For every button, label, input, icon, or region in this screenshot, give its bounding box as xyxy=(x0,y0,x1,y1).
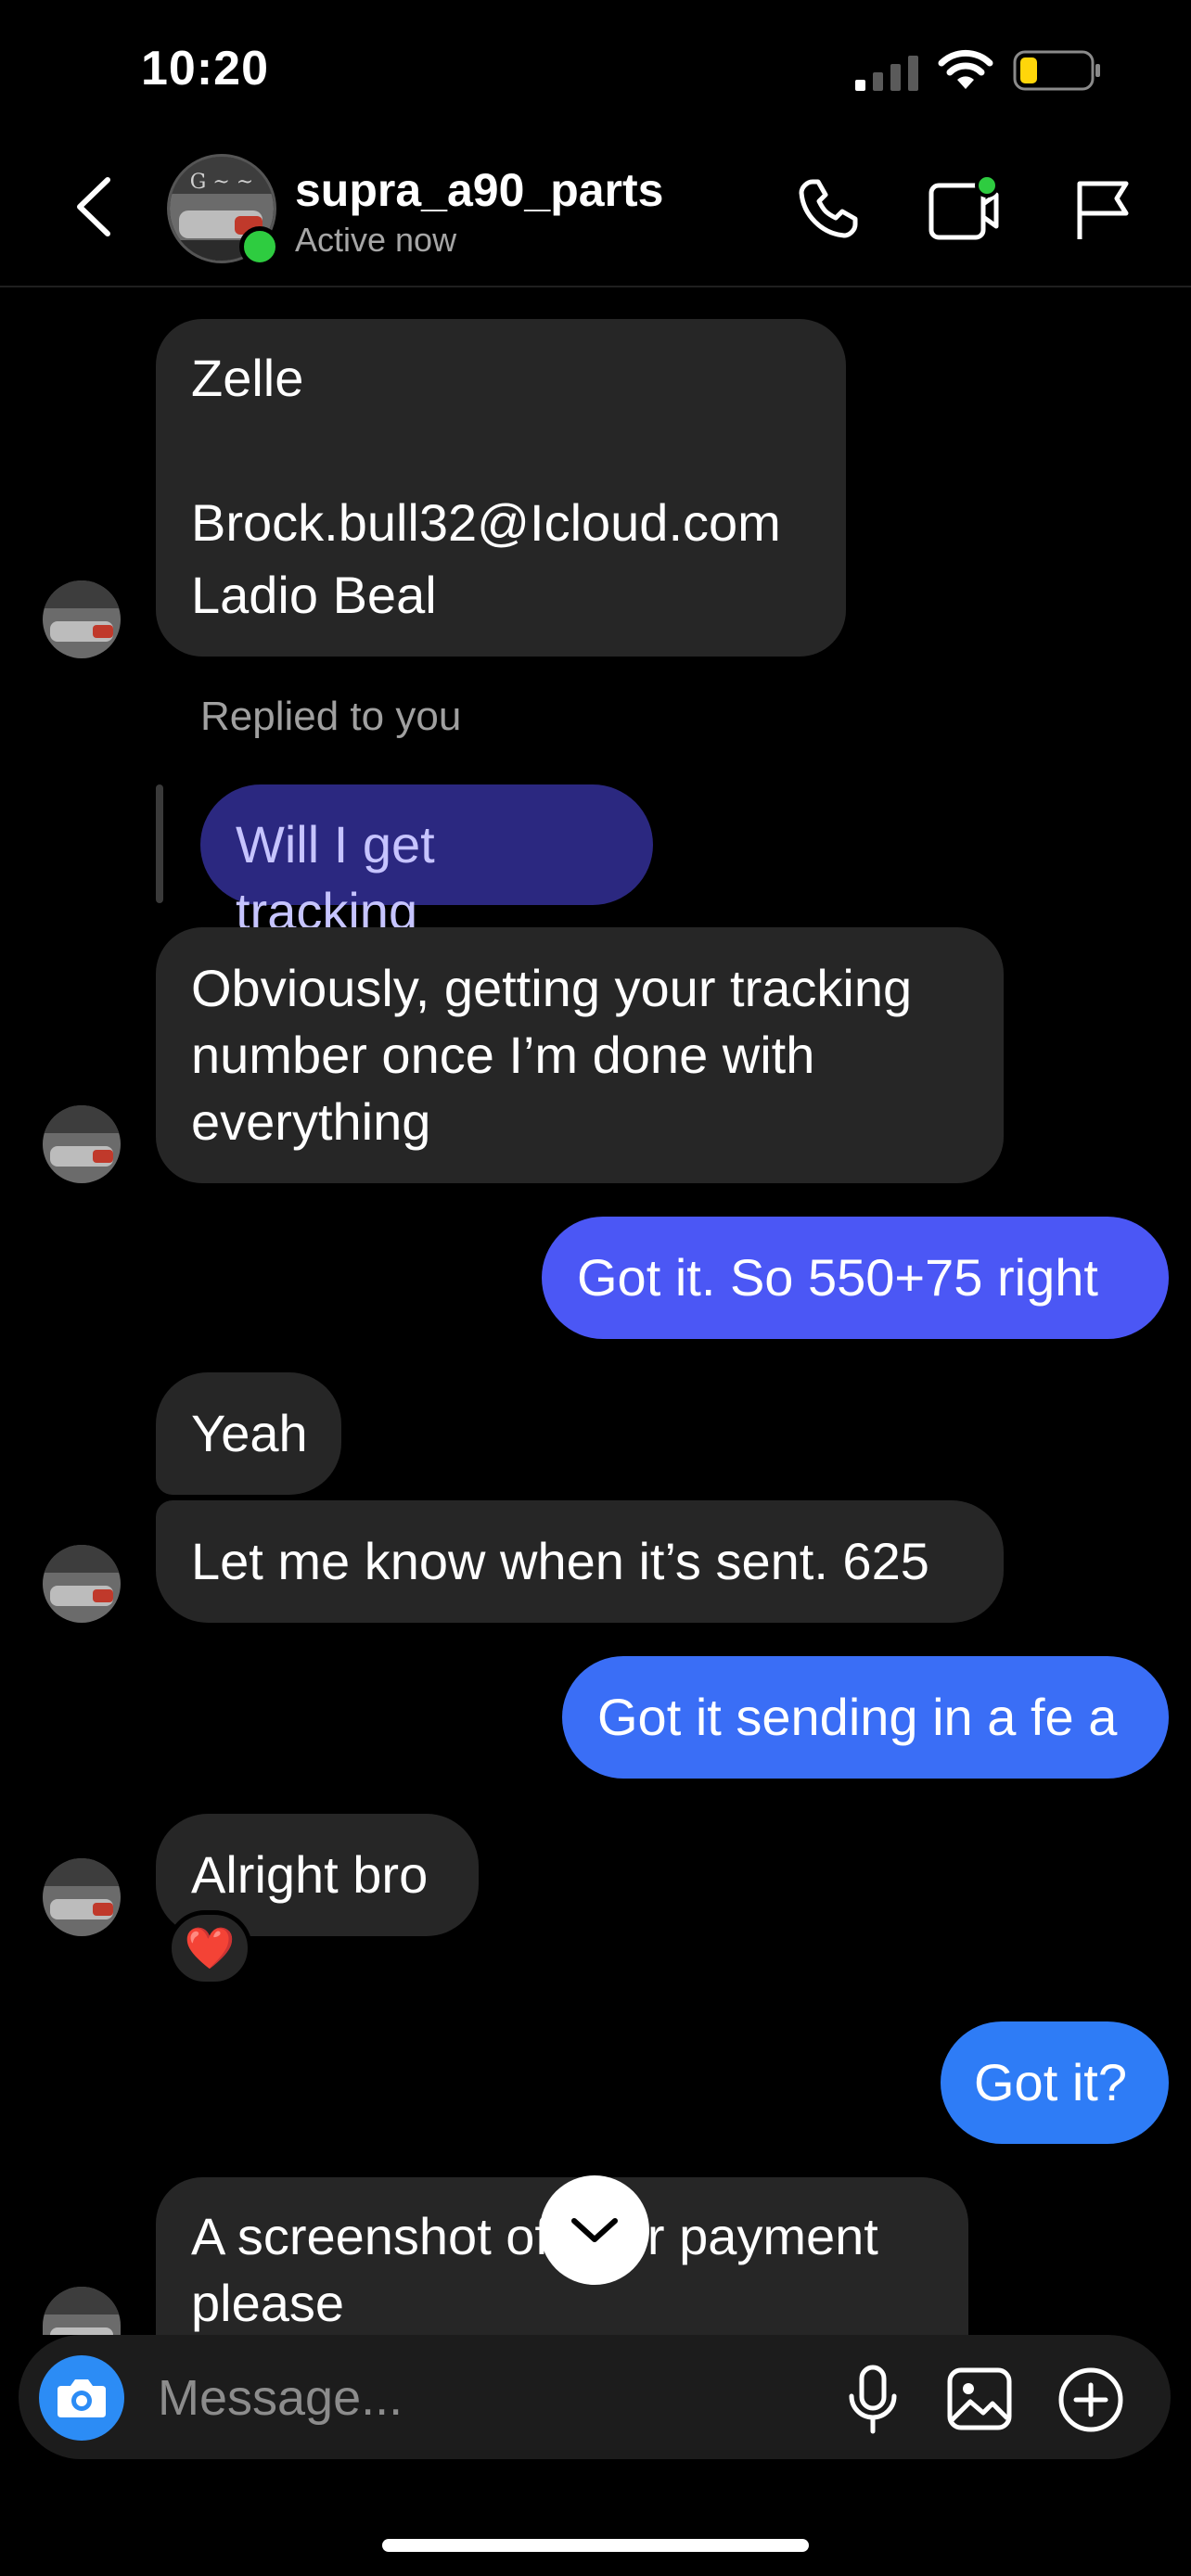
battery-icon xyxy=(1013,50,1100,91)
message-line: Ladio Beal xyxy=(191,566,437,624)
scroll-to-bottom-button[interactable] xyxy=(540,2175,649,2285)
status-time: 10:20 xyxy=(141,42,269,96)
chevron-down-icon xyxy=(571,2218,618,2242)
incoming-message[interactable]: Yeah xyxy=(156,1372,341,1495)
message-line: please xyxy=(191,2274,345,2332)
active-status: Active now xyxy=(295,221,457,259)
back-chevron-icon[interactable] xyxy=(72,174,115,239)
quoted-message[interactable]: Will I get tracking xyxy=(200,784,653,940)
sender-avatar[interactable] xyxy=(43,2287,121,2335)
sender-avatar[interactable] xyxy=(43,1858,121,1936)
add-plus-icon[interactable] xyxy=(1057,2366,1124,2433)
message-line: Zelle xyxy=(191,349,304,407)
message-line: Obviously, getting your tracking xyxy=(191,959,913,1017)
camera-button[interactable] xyxy=(39,2355,124,2441)
replied-note: Replied to you xyxy=(200,694,462,739)
heart-reaction-icon[interactable]: ❤️ xyxy=(167,1910,252,1986)
sender-avatar[interactable] xyxy=(43,1545,121,1623)
incoming-message[interactable]: Zelle Brock.bull32@Icloud.com Ladio Beal xyxy=(156,319,846,657)
header-divider xyxy=(0,286,1191,287)
cellular-signal-icon xyxy=(855,56,918,91)
contact-username[interactable]: supra_a90_parts xyxy=(295,163,663,217)
wifi-icon xyxy=(938,49,993,89)
outgoing-message[interactable]: Got it? xyxy=(941,2021,1169,2144)
message-line: number once I’m done with xyxy=(191,1026,815,1084)
message-input[interactable] xyxy=(156,2365,809,2431)
reply-bar xyxy=(156,784,163,903)
home-indicator xyxy=(382,2539,809,2552)
online-indicator xyxy=(239,226,280,267)
sender-avatar[interactable] xyxy=(43,580,121,658)
message-line: Brock.bull32@Icloud.com xyxy=(191,493,781,552)
outgoing-message[interactable]: Got it sending in a fe a xyxy=(562,1656,1169,1779)
message-line xyxy=(191,412,811,478)
incoming-message[interactable]: Let me know when it’s sent. 625 xyxy=(156,1500,1004,1623)
message-line: everything xyxy=(191,1092,431,1151)
svg-text:G ~ ~: G ~ ~ xyxy=(190,171,253,194)
outgoing-message[interactable]: Got it. So 550+75 right xyxy=(542,1217,1169,1339)
incoming-message[interactable]: Obviously, getting your tracking number … xyxy=(156,927,1004,1183)
flag-report-icon[interactable] xyxy=(1072,178,1133,243)
gallery-icon[interactable] xyxy=(946,2366,1013,2431)
video-call-icon[interactable] xyxy=(928,172,1000,243)
microphone-icon[interactable] xyxy=(846,2365,900,2435)
camera-icon xyxy=(58,2379,106,2417)
sender-avatar[interactable] xyxy=(43,1105,121,1183)
phone-call-icon[interactable] xyxy=(796,176,861,241)
